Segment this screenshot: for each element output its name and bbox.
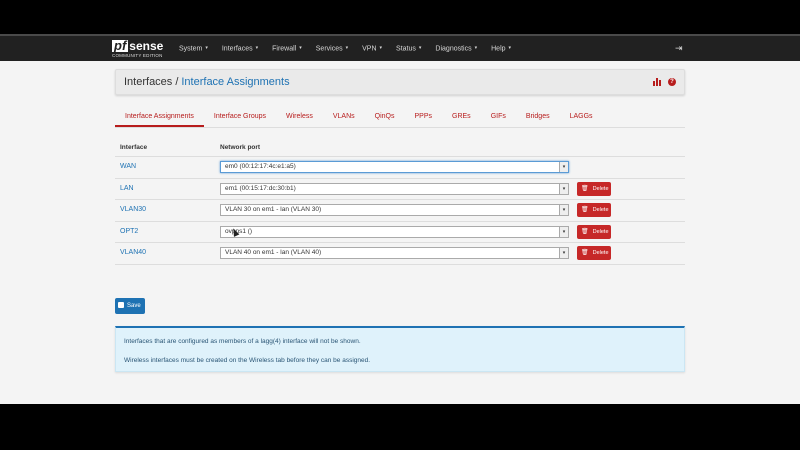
interface-table: Interface Network port WAN em0 (00:12:17:… — [115, 140, 685, 265]
nav-menu-services[interactable]: Services ▾ — [309, 36, 355, 61]
nav-menu-vpn[interactable]: VPN ▾ — [355, 36, 389, 61]
breadcrumb-panel: Interfaces / Interface Assignments ? — [115, 69, 685, 95]
table-row: WAN em0 (00:12:17:4c:e1:a5) ▾ — [115, 157, 685, 179]
chevron-down-icon: ▾ — [559, 226, 568, 237]
chevron-down-icon: ▾ — [559, 205, 568, 215]
nav-menu-label: System — [179, 45, 203, 53]
nav-menu-diagnostics[interactable]: Diagnostics ▾ — [428, 36, 484, 61]
logo-edition: COMMUNITY EDITION — [112, 53, 163, 58]
tab-wireless[interactable]: Wireless — [276, 108, 323, 127]
interface-link[interactable]: VLAN40 — [120, 249, 146, 256]
breadcrumb-parent[interactable]: Interfaces — [124, 76, 172, 88]
delete-button[interactable]: 🗑 Delete — [577, 181, 611, 196]
logo-pf: pf — [112, 38, 129, 53]
delete-label: Delete — [592, 250, 609, 256]
table-body: WAN em0 (00:12:17:4c:e1:a5) ▾ LAN em1 (00:15… — [115, 157, 685, 265]
video-frame: pf sense COMMUNITY EDITION System ▾ Interfa… — [0, 0, 800, 450]
chevron-down-icon: ▾ — [559, 162, 568, 172]
pfsense-page: pf sense COMMUNITY EDITION System ▾ Interfa… — [0, 34, 800, 404]
tab-laggs[interactable]: LAGGs — [560, 108, 603, 127]
interface-link[interactable]: OPT2 — [120, 228, 138, 235]
nav-menu-interfaces[interactable]: Interfaces ▾ — [215, 36, 265, 61]
nav-menu-label: VPN — [362, 45, 377, 53]
network-port-value: em1 (00:15:17:dc:30:b1) — [225, 184, 296, 192]
header-network-port: Network port — [220, 144, 261, 151]
network-port-select[interactable]: em1 (00:15:17:dc:30:b1) ▾ — [220, 182, 569, 195]
table-row: LAN em1 (00:15:17:dc:30:b1) ▾ 🗑 Delete — [115, 179, 685, 200]
interface-link[interactable]: VLAN30 — [120, 206, 146, 213]
tab-qinqs[interactable]: QinQs — [365, 108, 405, 127]
bar-chart-icon[interactable] — [653, 78, 662, 86]
nav-menu-label: Help — [491, 45, 506, 53]
header-interface: Interface — [120, 144, 148, 151]
nav-menu-system[interactable]: System ▾ — [172, 36, 215, 61]
network-port-value: VLAN 40 on em1 - lan (VLAN 40) — [225, 249, 322, 256]
logo-sense: sense — [129, 39, 164, 53]
trash-icon: 🗑 — [581, 185, 589, 192]
caret-down-icon: ▾ — [255, 45, 259, 51]
delete-button[interactable]: 🗑 Delete — [577, 224, 611, 239]
trash-icon: 🗑 — [581, 228, 589, 235]
trash-icon: 🗑 — [581, 207, 589, 213]
delete-label: Delete — [592, 185, 609, 192]
caret-down-icon: ▾ — [379, 45, 383, 51]
save-label: Save — [127, 303, 141, 309]
caret-down-icon: ▾ — [508, 45, 512, 51]
interface-link[interactable]: LAN — [120, 185, 134, 192]
network-port-select[interactable]: em0 (00:12:17:4c:e1:a5) ▾ — [220, 161, 569, 173]
tab-bridges[interactable]: Bridges — [516, 108, 560, 127]
info-box: Interfaces that are configured as member… — [115, 326, 685, 372]
pfsense-logo[interactable]: pf sense COMMUNITY EDITION — [112, 38, 166, 60]
tab-interface-assignments[interactable]: Interface Assignments — [115, 108, 204, 127]
caret-down-icon: ▾ — [474, 45, 478, 51]
nav-menu-label: Firewall — [272, 45, 297, 53]
tab-vlans[interactable]: VLANs — [323, 108, 365, 127]
breadcrumb-icons: ? — [653, 78, 676, 86]
breadcrumb-current[interactable]: Interface Assignments — [181, 76, 289, 88]
info-line-1: Interfaces that are configured as member… — [124, 338, 361, 345]
network-port-select[interactable]: VLAN 30 on em1 - lan (VLAN 30) ▾ — [220, 204, 569, 216]
nav-menu-label: Status — [396, 45, 416, 53]
tab-gifs[interactable]: GIFs — [481, 108, 516, 127]
caret-down-icon: ▾ — [205, 45, 208, 51]
breadcrumb-separator: / — [175, 76, 179, 88]
caret-down-icon: ▾ — [345, 45, 349, 51]
delete-label: Delete — [592, 228, 609, 235]
tab-ppps[interactable]: PPPs — [405, 108, 443, 127]
save-icon — [118, 302, 124, 309]
nav-menu-firewall[interactable]: Firewall ▾ — [265, 36, 309, 61]
top-navbar: pf sense COMMUNITY EDITION System ▾ Interfa… — [0, 34, 800, 61]
tab-interface-groups[interactable]: Interface Groups — [204, 108, 276, 127]
help-icon[interactable]: ? — [668, 78, 676, 86]
table-row: OPT2 ovpns1 () ▾ 🗑 Delete — [115, 222, 685, 243]
caret-down-icon: ▾ — [418, 45, 422, 51]
info-line-2: Wireless interfaces must be created on t… — [124, 357, 371, 364]
breadcrumb: Interfaces / Interface Assignments — [124, 76, 290, 88]
save-button[interactable]: Save — [115, 298, 145, 314]
interface-link[interactable]: WAN — [120, 163, 136, 170]
delete-button[interactable]: 🗑 Delete — [577, 246, 611, 260]
nav-menu-help[interactable]: Help ▾ — [484, 36, 518, 61]
network-port-select[interactable]: ovpns1 () ▾ — [220, 225, 569, 238]
trash-icon: 🗑 — [581, 250, 589, 256]
main-menu: System ▾ Interfaces ▾ Firewall ▾ Services ▾ VPN ▾… — [172, 36, 518, 61]
chevron-down-icon: ▾ — [559, 248, 568, 258]
table-row: VLAN40 VLAN 40 on em1 - lan (VLAN 40) ▾ 🗑 De… — [115, 243, 685, 265]
nav-menu-label: Interfaces — [221, 45, 253, 53]
nav-menu-label: Diagnostics — [435, 45, 472, 53]
nav-menu-label: Services — [315, 45, 343, 53]
sign-out-icon[interactable]: ⇥ — [675, 43, 685, 53]
table-row: VLAN30 VLAN 30 on em1 - lan (VLAN 30) ▾ 🗑 De… — [115, 200, 685, 222]
table-header: Interface Network port — [115, 140, 685, 157]
delete-label: Delete — [592, 207, 609, 213]
nav-menu-status[interactable]: Status ▾ — [389, 36, 428, 61]
network-port-value: VLAN 30 on em1 - lan (VLAN 30) — [225, 206, 322, 213]
caret-down-icon: ▾ — [299, 45, 302, 51]
delete-button[interactable]: 🗑 Delete — [577, 203, 611, 217]
chevron-down-icon: ▾ — [559, 183, 568, 194]
tab-bar: Interface Assignments Interface Groups Wir… — [115, 108, 685, 128]
tab-gres[interactable]: GREs — [442, 108, 481, 127]
network-port-value: em0 (00:12:17:4c:e1:a5) — [225, 163, 296, 170]
network-port-select[interactable]: VLAN 40 on em1 - lan (VLAN 40) ▾ — [220, 247, 569, 259]
